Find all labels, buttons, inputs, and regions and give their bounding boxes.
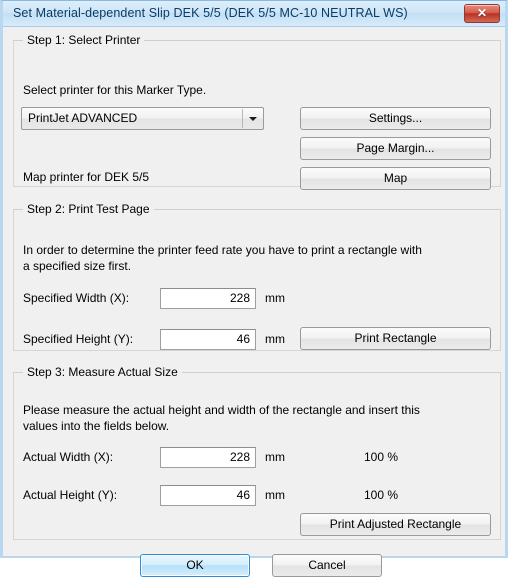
actual-height-unit: mm <box>265 488 285 502</box>
specified-height-label: Specified Height (Y): <box>23 332 134 346</box>
group-step1-legend: Step 1: Select Printer <box>23 33 145 47</box>
specified-height-unit: mm <box>265 332 285 346</box>
window-title: Set Material-dependent Slip DEK 5/5 (DEK… <box>13 6 408 20</box>
specified-width-value: 228 <box>229 291 250 305</box>
title-bar: Set Material-dependent Slip DEK 5/5 (DEK… <box>3 1 505 27</box>
chevron-down-icon <box>248 116 257 121</box>
printer-combobox-value: PrintJet ADVANCED <box>28 111 138 125</box>
step3-description-line2: values into the fields below. <box>23 419 170 433</box>
printer-combobox-arrow-area[interactable] <box>242 109 262 128</box>
actual-width-percent: 100 % <box>364 450 399 464</box>
actual-width-input[interactable]: 228 <box>160 447 256 468</box>
actual-height-label: Actual Height (Y): <box>23 488 118 502</box>
specified-width-unit: mm <box>265 291 285 305</box>
group-step2-legend: Step 2: Print Test Page <box>23 202 154 216</box>
actual-height-percent: 100 % <box>364 488 399 502</box>
group-step3-legend: Step 3: Measure Actual Size <box>23 365 182 379</box>
specified-height-input[interactable]: 46 <box>160 329 256 350</box>
step2-description-line2: a specified size first. <box>23 259 132 273</box>
close-button[interactable]: ✕ <box>464 4 500 23</box>
step3-description-line1: Please measure the actual height and wid… <box>23 403 420 417</box>
page-margin-button[interactable]: Page Margin... <box>300 137 491 160</box>
close-icon: ✕ <box>476 6 488 20</box>
map-button[interactable]: Map <box>300 167 491 190</box>
print-adjusted-rectangle-button[interactable]: Print Adjusted Rectangle <box>300 513 491 536</box>
ok-button[interactable]: OK <box>140 554 250 577</box>
actual-height-value: 46 <box>236 488 250 502</box>
actual-height-input[interactable]: 46 <box>160 485 256 506</box>
specified-width-label: Specified Width (X): <box>23 291 130 305</box>
dialog-client-area: Step 1: Select Printer Select printer fo… <box>3 27 505 577</box>
actual-width-value: 228 <box>229 450 250 464</box>
specified-height-value: 46 <box>236 332 250 346</box>
print-rectangle-button[interactable]: Print Rectangle <box>300 327 491 350</box>
step2-description-line1: In order to determine the printer feed r… <box>23 243 422 257</box>
settings-button[interactable]: Settings... <box>300 107 491 130</box>
specified-width-input[interactable]: 228 <box>160 288 256 309</box>
dialog-window: Set Material-dependent Slip DEK 5/5 (DEK… <box>0 0 508 577</box>
actual-width-label: Actual Width (X): <box>23 450 114 464</box>
printer-combobox[interactable]: PrintJet ADVANCED <box>21 107 264 130</box>
cancel-button[interactable]: Cancel <box>272 554 382 577</box>
step1-instruction-label: Select printer for this Marker Type. <box>23 83 207 97</box>
actual-width-unit: mm <box>265 450 285 464</box>
step1-map-printer-label: Map printer for DEK 5/5 <box>23 170 150 184</box>
